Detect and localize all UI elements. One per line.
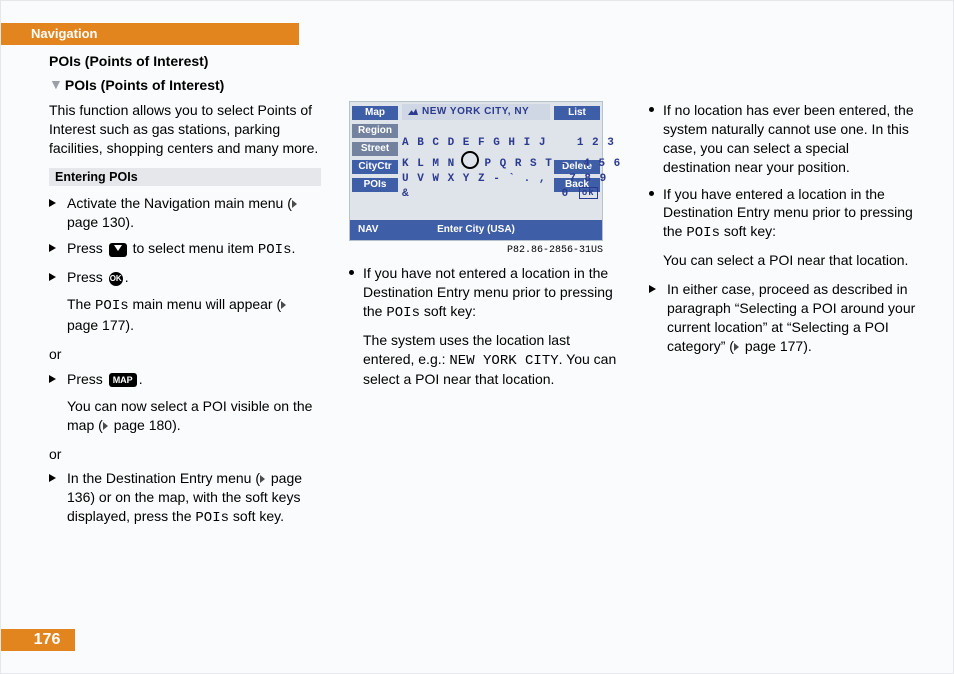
softkey-street: Street [352, 142, 398, 156]
step-press-down: Press to select menu item POIs. [49, 239, 319, 260]
step-dest-entry-menu: In the Destination Entry menu ( page 136… [49, 469, 319, 528]
device-ok-box: ok [579, 187, 598, 199]
step-list-c: In the Destination Entry menu ( page 136… [49, 469, 319, 528]
device-status-label: Enter City (USA) [350, 220, 602, 240]
manual-page: Navigation POIs (Points of Interest) ▼PO… [0, 0, 954, 674]
softkey-region: Region [352, 124, 398, 138]
page-ref-icon [734, 343, 739, 351]
step-list-a: Activate the Navigation main menu ( page… [49, 194, 319, 335]
bullet-no-location-entered: If you have not entered a location in th… [349, 264, 619, 389]
bullet-list-col3: If no location has ever been entered, th… [649, 101, 919, 270]
step-list-col3: In either case, proceed as described in … [649, 280, 919, 356]
or-separator-2: or [49, 445, 319, 464]
page-ref-icon [292, 200, 297, 208]
step-list-b: Press MAP. You can now select a POI visi… [49, 370, 319, 435]
device-screenshot: Map Region Street CityCtr POIs List Dele… [349, 101, 603, 241]
selected-letter-O-icon [461, 151, 479, 169]
heading-secondary-text: POIs (Points of Interest) [65, 77, 224, 93]
location-icon [408, 107, 418, 115]
heading-secondary: ▼POIs (Points of Interest) [49, 77, 224, 93]
column-2: Map Region Street CityCtr POIs List Dele… [349, 101, 619, 399]
down-arrow-key-icon [109, 243, 127, 257]
device-bottom-bar: NAV Enter City (USA) [350, 220, 602, 240]
softkey-cityctr: CityCtr [352, 160, 398, 174]
ok-key-icon: OK [109, 272, 123, 286]
softkey-list: List [554, 106, 600, 120]
softkey-map: Map [352, 106, 398, 120]
device-title-row: NEW YORK CITY, NY [402, 104, 550, 120]
device-keyboard-grid: A B C D E F G H I J 1 2 3 K L M N P Q R … [402, 136, 550, 202]
heading-marker-icon: ▼ [49, 76, 63, 92]
section-tab-label: Navigation [31, 26, 97, 41]
step-press-map: Press MAP. You can now select a POI visi… [49, 370, 319, 435]
device-title-text: NEW YORK CITY, NY [422, 106, 529, 117]
bullet-location-entered-prior: If you have entered a location in the De… [649, 185, 919, 271]
column-3: If no location has ever been entered, th… [649, 101, 919, 364]
intro-paragraph: This function allows you to select Point… [49, 101, 319, 158]
subheading-entering-pois: Entering POIs [49, 168, 321, 186]
bullet-no-location-follow: The system uses the location last entere… [363, 331, 619, 390]
pagenum-accent [1, 629, 19, 651]
or-separator-1: or [49, 345, 319, 364]
softkey-pois: POIs [352, 178, 398, 192]
step-ok-follow: The POIs main menu will appear ( page 17… [67, 295, 319, 335]
step-press-ok: Press OK. The POIs main menu will appear… [49, 268, 319, 335]
bullet-no-location-ever: If no location has ever been entered, th… [649, 101, 919, 177]
bullet-location-follow: You can select a POI near that location. [663, 251, 919, 270]
column-1: This function allows you to select Point… [49, 101, 319, 536]
page-ref-icon [103, 422, 108, 430]
tab-accent [1, 23, 19, 45]
page-ref-icon [260, 475, 265, 483]
step-either-case: In either case, proceed as described in … [649, 280, 919, 356]
page-ref-icon [281, 301, 286, 309]
section-tab: Navigation [19, 23, 299, 45]
heading-primary: POIs (Points of Interest) [49, 53, 208, 69]
map-key-icon: MAP [109, 373, 137, 387]
device-caption: P82.86-2856-31US [349, 245, 603, 256]
page-number: 176 [19, 629, 75, 651]
step-map-follow: You can now select a POI visible on the … [67, 397, 319, 435]
page-number-value: 176 [34, 631, 61, 648]
step-activate-nav-menu: Activate the Navigation main menu ( page… [49, 194, 319, 232]
bullet-list-col2: If you have not entered a location in th… [349, 264, 619, 389]
